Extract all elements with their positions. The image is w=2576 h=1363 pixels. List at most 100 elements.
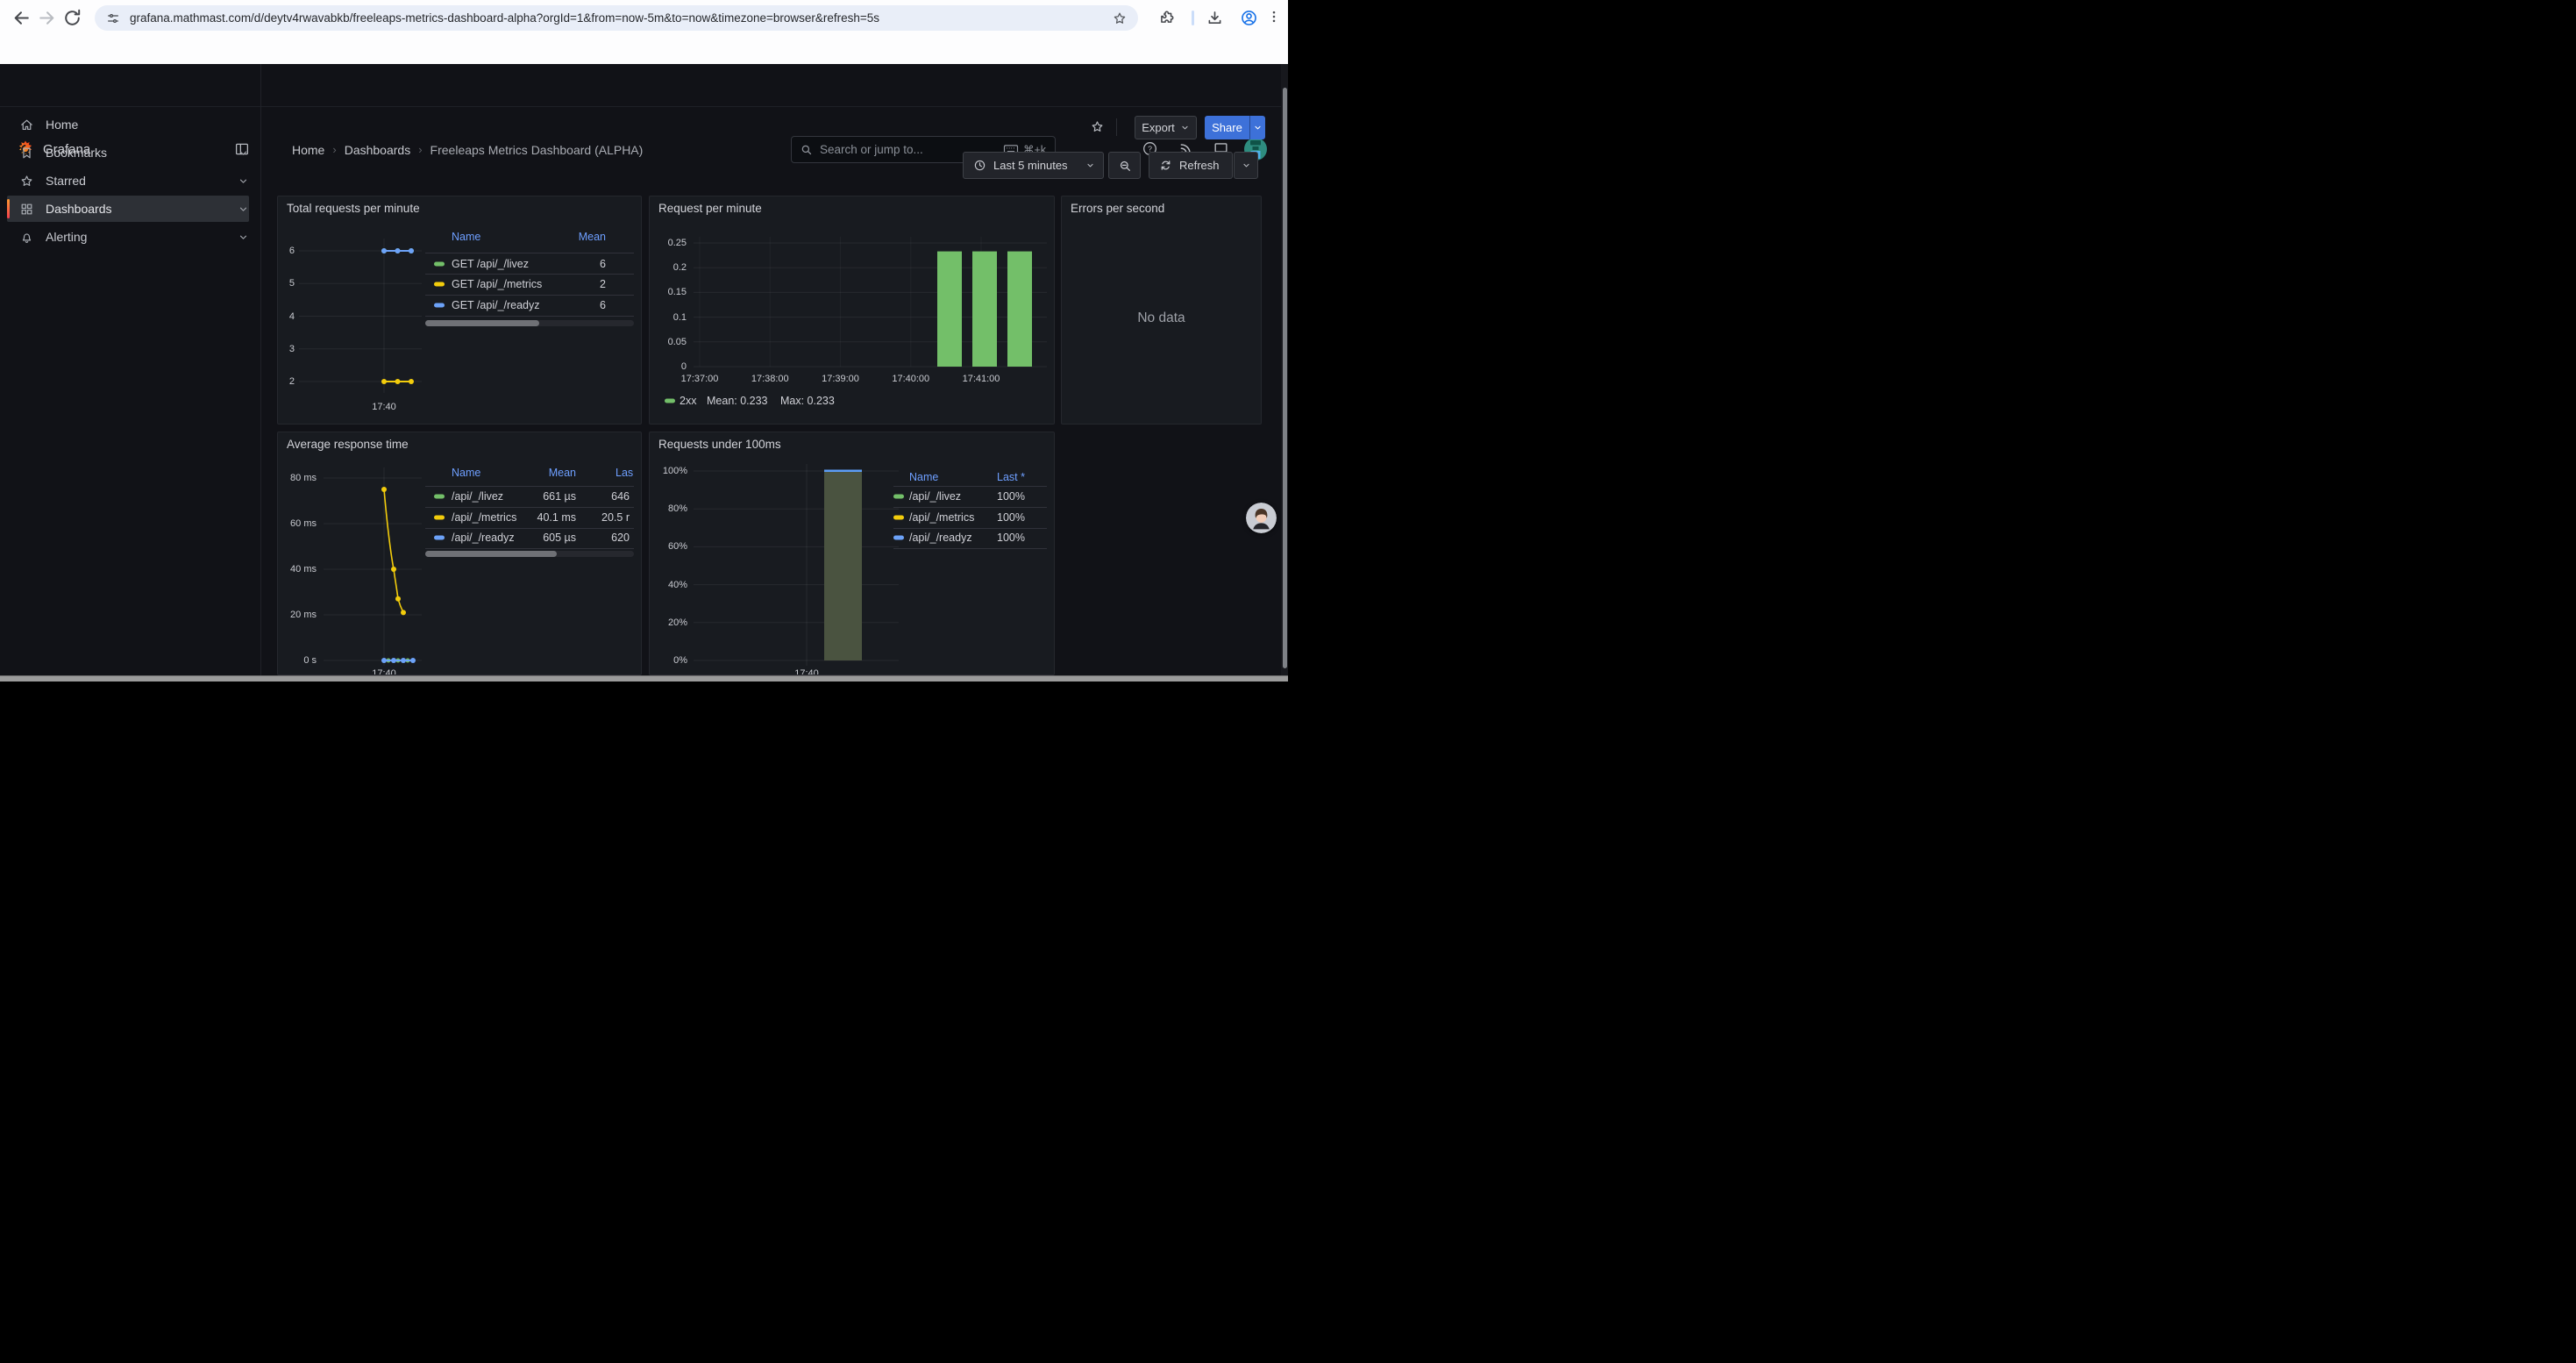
horizontal-scrollbar[interactable] (0, 675, 1288, 682)
breadcrumb-item[interactable]: Home (292, 143, 324, 157)
legend-value: 6 (553, 258, 606, 270)
legend-series-pill (434, 536, 445, 540)
legend-series-name[interactable]: GET /api/_/metrics (452, 278, 542, 290)
refresh-interval-dropdown[interactable] (1234, 152, 1258, 179)
legend-separator (893, 548, 1047, 549)
refresh-button[interactable]: Refresh (1149, 152, 1233, 179)
panel-total-requests-per-minute[interactable]: Total requests per minute 6543217:40Name… (277, 196, 642, 425)
menu-kebab-icon[interactable] (1266, 9, 1282, 27)
legend-series-name[interactable]: /api/_/readyz (909, 532, 972, 544)
breadcrumb-separator: › (418, 143, 422, 156)
legend-value: 100% (977, 532, 1025, 544)
browser-toolbar: grafana.mathmast.com/d/deytv4rwavabkb/fr… (0, 0, 1288, 36)
legend-header[interactable]: Las (616, 467, 633, 479)
dashboards-icon (19, 202, 34, 217)
sidebar-item-label: Dashboards (46, 202, 112, 216)
sidebar-item-dashboards[interactable]: Dashboards (7, 196, 249, 222)
chevron-down-icon (238, 232, 249, 243)
legend-value: 20.5 r (577, 511, 630, 524)
legend-separator (893, 528, 1047, 529)
legend-series-pill (893, 516, 904, 520)
extensions-icon[interactable] (1157, 9, 1176, 27)
legend-series-pill (434, 516, 445, 520)
panel-errors-per-second[interactable]: Errors per second No data (1061, 196, 1262, 425)
panel-request-per-minute[interactable]: Request per minute 0.250.20.150.10.05017… (649, 196, 1055, 425)
reload-icon[interactable] (61, 7, 83, 29)
legend-header[interactable]: Mean (523, 467, 576, 479)
legend-value: 100% (977, 511, 1025, 524)
sidebar-item-alerting[interactable]: Alerting (7, 224, 249, 250)
legend-series-name[interactable]: GET /api/_/livez (452, 258, 529, 270)
legend-separator (425, 528, 634, 529)
chevron-down-icon (238, 147, 249, 159)
zoom-out-button[interactable] (1108, 152, 1141, 179)
legend-mean: Mean: 0.233 (707, 395, 768, 407)
legend-header[interactable]: Name (452, 231, 480, 243)
zoom-out-icon (1118, 159, 1132, 173)
chevron-down-icon (238, 175, 249, 187)
chart-request-per-minute (650, 196, 1055, 425)
legend-series-name[interactable]: GET /api/_/readyz (452, 299, 540, 311)
legend-series-name[interactable]: /api/_/readyz (452, 532, 515, 544)
legend-value: 605 µs (515, 532, 576, 544)
legend-separator (893, 507, 1047, 508)
legend-value: 2 (553, 278, 606, 290)
panel-requests-under-100ms[interactable]: Requests under 100ms 100%80%60%40%20%0%1… (649, 432, 1055, 675)
sidebar-item-home[interactable]: Home (7, 111, 249, 138)
legend-series-pill (434, 495, 445, 499)
legend-separator (425, 507, 634, 508)
export-button[interactable]: Export (1135, 116, 1197, 139)
favorite-star-icon[interactable] (1090, 119, 1105, 134)
legend-scrollbar-thumb[interactable] (425, 551, 557, 557)
legend-series-name[interactable]: /api/_/metrics (909, 511, 974, 524)
site-settings-icon[interactable] (106, 11, 120, 25)
legend-separator (893, 486, 1047, 487)
sidebar-item-starred[interactable]: Starred (7, 168, 249, 194)
forward-icon[interactable] (36, 7, 58, 29)
no-data-message: No data (1062, 310, 1261, 326)
share-menu-chevron[interactable] (1249, 116, 1265, 139)
legend-separator (425, 548, 634, 549)
legend-header[interactable]: Mean (553, 231, 606, 243)
legend-value: 100% (977, 490, 1025, 503)
assistant-avatar[interactable] (1246, 503, 1277, 533)
download-icon[interactable] (1206, 9, 1224, 27)
legend-scrollbar-thumb[interactable] (425, 320, 539, 326)
sidebar-item-label: Alerting (46, 230, 87, 244)
breadcrumb-item: Freeleaps Metrics Dashboard (ALPHA) (431, 143, 644, 157)
share-button[interactable]: Share (1205, 116, 1265, 139)
sidebar-item-bookmarks[interactable]: Bookmarks (7, 139, 249, 166)
starred-icon (19, 174, 34, 189)
chevron-down-icon (238, 203, 249, 215)
breadcrumb-item[interactable]: Dashboards (345, 143, 411, 157)
legend-header[interactable]: Last * (977, 471, 1025, 483)
chevron-down-icon (1253, 123, 1263, 132)
legend-value: 620 (577, 532, 630, 544)
legend-series-name[interactable]: /api/_/metrics (452, 511, 516, 524)
url-bar[interactable]: grafana.mathmast.com/d/deytv4rwavabkb/fr… (95, 5, 1138, 31)
legend-series-name[interactable]: /api/_/livez (909, 490, 961, 503)
vertical-scrollbar-thumb[interactable] (1283, 88, 1287, 668)
profile-icon[interactable] (1240, 9, 1258, 27)
panel-average-response-time[interactable]: Average response time 80 ms60 ms40 ms20 … (277, 432, 642, 675)
bookmarks-bar: Freeleaps 收藏博客 (0, 36, 1288, 64)
legend-series-name[interactable]: 2xx (680, 395, 696, 407)
bookmark-star-icon[interactable] (1112, 11, 1128, 26)
time-range-picker[interactable]: Last 5 minutes (963, 152, 1104, 179)
sidebar-item-label: Starred (46, 174, 86, 188)
legend-series-pill (893, 495, 904, 499)
legend-max: Max: 0.233 (780, 395, 835, 407)
legend-header[interactable]: Name (452, 467, 480, 479)
legend-separator (425, 274, 634, 275)
url-text[interactable]: grafana.mathmast.com/d/deytv4rwavabkb/fr… (130, 11, 879, 25)
legend-separator (425, 486, 634, 487)
legend-value: 646 (577, 490, 630, 503)
toolbar-divider (1116, 118, 1117, 136)
legend-series-name[interactable]: /api/_/livez (452, 490, 503, 503)
breadcrumb: Home›Dashboards›Freeleaps Metrics Dashbo… (292, 128, 643, 171)
sidebar-item-label: Bookmarks (46, 146, 107, 160)
search-icon (800, 143, 813, 156)
legend-header[interactable]: Name (909, 471, 938, 483)
back-icon[interactable] (11, 7, 32, 29)
legend-separator (425, 295, 634, 296)
